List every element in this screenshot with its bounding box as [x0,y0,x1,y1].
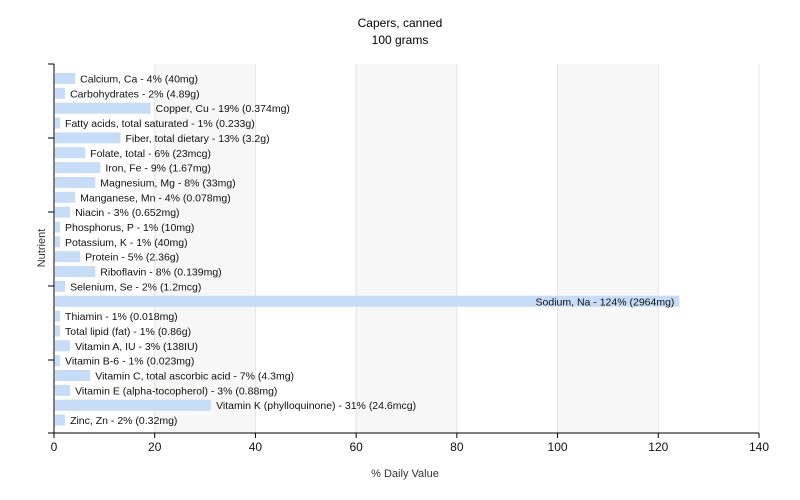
grid-band [356,64,457,433]
data-label: Fiber, total dietary - 13% (3.2g) [125,133,269,145]
data-label: Fatty acids, total saturated - 1% (0.233… [65,118,255,130]
bar [55,102,151,114]
x-tick-label: 80 [450,440,464,454]
grid-band [658,64,759,433]
bar [55,206,71,218]
data-label: Total lipid (fat) - 1% (0.86g) [65,326,191,338]
bar-chart: Calcium, Ca - 4% (40mg) Carbohydrates - 2… [36,63,769,480]
grid-band [456,64,558,433]
x-tick-label: 20 [148,440,162,454]
data-label: Thiamin - 1% (0.018mg) [65,311,178,323]
x-tick-label: 40 [249,440,263,454]
data-label: Magnesium, Mg - 8% (33mg) [100,177,235,189]
bar [55,340,71,352]
data-label: Calcium, Ca - 4% (40mg) [80,74,198,86]
x-tick-label: 60 [349,440,363,454]
bar [55,236,61,248]
data-label: Copper, Cu - 19% (0.374mg) [156,103,290,115]
data-label: Vitamin E (alpha-tocopherol) - 3% (0.88m… [75,385,277,397]
grid-band [557,64,659,433]
data-label: Iron, Fe - 9% (1.67mg) [105,163,211,175]
data-label: Sodium, Na - 124% (2964mg) [536,296,675,308]
data-label: Carbohydrates - 2% (4.89g) [70,88,200,100]
x-tick-label: 120 [648,440,668,454]
data-label: Phosphorus, P - 1% (10mg) [65,222,194,234]
bar [55,221,61,233]
data-label: Protein - 5% (2.36g) [85,252,179,264]
y-axis-label: Nutrient [36,229,48,268]
bar [55,325,61,337]
bar [55,251,81,263]
bar [55,399,212,411]
bar [55,414,66,426]
x-tick-label: 100 [548,440,568,454]
bar [55,73,76,84]
x-axis-label: % Daily Value [371,468,439,480]
bar [55,117,61,129]
bar [55,87,66,99]
bar [55,280,66,292]
data-label: Vitamin A, IU - 3% (138IU) [75,341,198,353]
data-label: Zinc, Zn - 2% (0.32mg) [70,415,177,427]
bar [55,310,61,322]
bar [55,355,61,367]
x-tick-label: 140 [749,440,769,454]
bar [55,384,71,396]
data-label: Vitamin K (phylloquinone) - 31% (24.6mcg… [216,400,416,412]
bar [55,162,101,174]
data-label: Folate, total - 6% (23mcg) [90,148,211,160]
bar [55,266,96,278]
data-label: Vitamin C, total ascorbic acid - 7% (4.3… [95,371,294,383]
data-label: Vitamin B-6 - 1% (0.023mg) [65,356,194,368]
bar [55,191,76,203]
bar [55,147,86,159]
data-label: Selenium, Se - 2% (1.2mcg) [70,281,201,293]
data-label: Potassium, K - 1% (40mg) [65,237,188,249]
data-label: Manganese, Mn - 4% (0.078mg) [80,192,231,204]
bar [55,176,96,188]
x-tick-label: 0 [51,440,58,454]
bar [55,370,91,381]
data-label: Riboflavin - 8% (0.139mg) [100,267,221,279]
bar [55,132,121,144]
data-label: Niacin - 3% (0.652mg) [75,207,179,219]
